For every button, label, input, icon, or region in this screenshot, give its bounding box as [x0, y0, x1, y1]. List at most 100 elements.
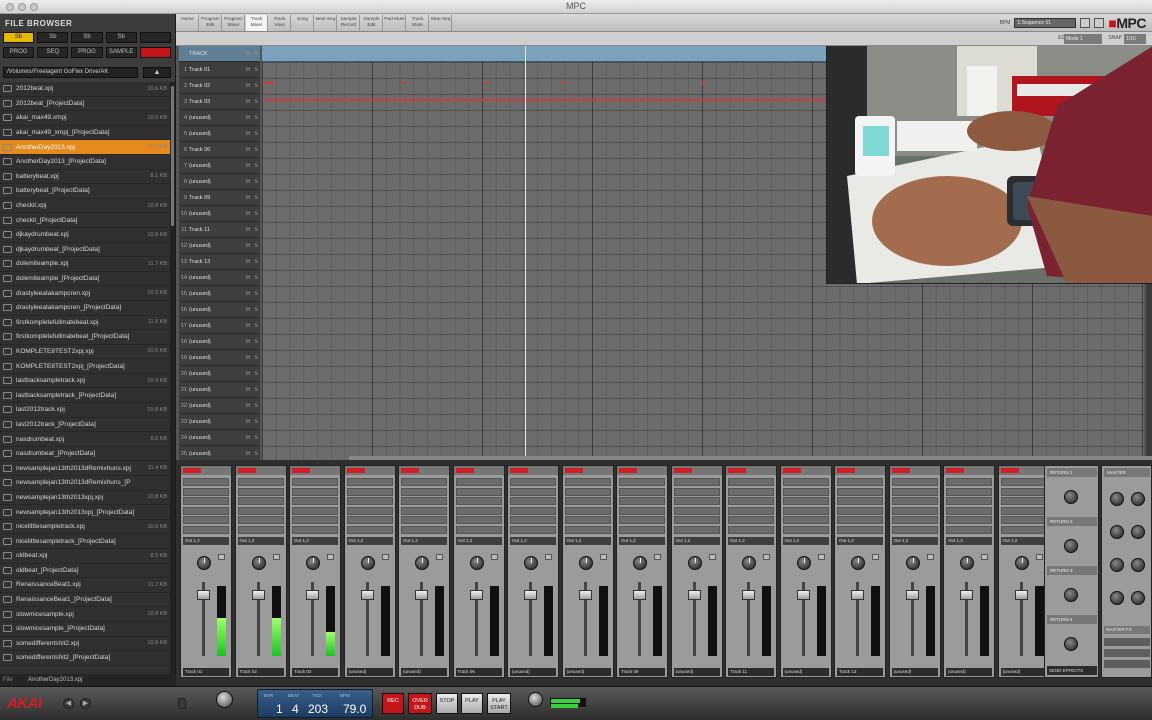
pan-knob[interactable]: [469, 556, 484, 570]
sequence-select[interactable]: 1:Sequence 01: [1014, 18, 1077, 28]
volume-fader[interactable]: [524, 590, 537, 600]
insert-slot[interactable]: [346, 516, 393, 524]
insert-slot[interactable]: [728, 497, 774, 505]
insert-slot[interactable]: [455, 487, 502, 496]
toolbar-button-track-view[interactable]: Track View: [269, 15, 291, 31]
file-list-item[interactable]: somedifferentshit2.xpj 10.8 KB: [0, 637, 170, 652]
drive-button[interactable]: Sb: [71, 32, 103, 43]
drive-button[interactable]: Sb: [37, 32, 69, 43]
insert-slot[interactable]: [673, 487, 720, 496]
track-row[interactable]: 22 (unused) M S: [179, 398, 260, 414]
volume-fader[interactable]: [360, 590, 374, 600]
track-row[interactable]: 17 (unused) M S: [179, 318, 260, 334]
channel-button[interactable]: [490, 554, 498, 560]
insert-slot[interactable]: [891, 497, 938, 505]
channel-button[interactable]: [327, 554, 334, 560]
insert-slot[interactable]: [619, 487, 665, 496]
insert-slot[interactable]: [564, 478, 611, 486]
edit-mode-select[interactable]: Mode 1: [1064, 34, 1102, 44]
insert-slot[interactable]: [346, 506, 393, 515]
track-solo-toggle[interactable]: S: [252, 51, 260, 57]
master-volume-knob[interactable]: [528, 692, 543, 707]
channel-button[interactable]: [926, 554, 934, 560]
master-knob[interactable]: [1110, 558, 1124, 572]
stop-button[interactable]: STOP: [436, 693, 458, 714]
track-solo-toggle[interactable]: S: [252, 99, 260, 105]
insert-slot[interactable]: [673, 506, 720, 515]
channel-name[interactable]: (unused): [673, 668, 720, 676]
file-list-item[interactable]: RenaissanceBeat1.xpj 11.7 KB: [0, 578, 170, 593]
insert-slot[interactable]: [891, 506, 938, 515]
track-mute-toggle[interactable]: M: [244, 163, 252, 169]
output-select[interactable]: Out 1,2: [564, 537, 611, 545]
playhead[interactable]: [525, 46, 526, 460]
drive-button[interactable]: Sb: [3, 32, 35, 43]
insert-slot[interactable]: [946, 516, 992, 524]
channel-name[interactable]: (unused): [891, 668, 938, 676]
insert-slot[interactable]: [837, 506, 883, 515]
insert-slot[interactable]: [891, 525, 938, 534]
insert-slot[interactable]: [455, 525, 502, 534]
file-list-item[interactable]: lastbacksampletrack_[ProjectData]: [0, 388, 170, 404]
toolbar-button-track-mixer[interactable]: Track Mixer: [246, 15, 268, 31]
insert-button[interactable]: [837, 468, 855, 473]
track-mute-toggle[interactable]: M: [244, 307, 252, 313]
insert-slot[interactable]: [346, 487, 393, 496]
volume-fader[interactable]: [687, 590, 701, 600]
master-knob[interactable]: [1110, 591, 1124, 605]
channel-button[interactable]: [381, 554, 389, 560]
note-event[interactable]: [264, 82, 274, 84]
file-list-item[interactable]: nicelittlesampletrack_[ProjectData]: [0, 534, 170, 549]
insert-slot[interactable]: [237, 487, 284, 496]
insert-slot[interactable]: [401, 478, 447, 486]
insert-slot[interactable]: [782, 516, 829, 524]
track-mute-toggle[interactable]: M: [244, 67, 252, 73]
file-list-scroll-thumb[interactable]: [171, 86, 174, 226]
channel-button[interactable]: [817, 554, 825, 560]
insert-slot[interactable]: [237, 506, 284, 515]
toolbar-button-pad-mute[interactable]: Pad Mute: [384, 15, 406, 31]
file-list-item[interactable]: oldbeat.xpj 8.5 KB: [0, 549, 170, 564]
track-row[interactable]: 14 (unused) M S: [179, 270, 260, 286]
track-row[interactable]: 13 Track 13 M S: [179, 254, 260, 270]
insert-slot[interactable]: [837, 487, 883, 496]
file-list-item[interactable]: drastyleeatakampcren.xpj 10.3 KB: [0, 286, 170, 301]
track-mute-toggle[interactable]: M: [244, 403, 252, 409]
output-select[interactable]: Out 1,2: [673, 537, 720, 545]
output-select[interactable]: Out 1,2: [891, 537, 938, 545]
track-solo-toggle[interactable]: S: [252, 307, 260, 313]
toolbar-button-program-mixer[interactable]: Program Mixer: [223, 15, 245, 31]
track-mute-toggle[interactable]: M: [244, 371, 252, 377]
master-fx-slot[interactable]: [1104, 638, 1150, 646]
insert-slot[interactable]: [292, 487, 338, 496]
snap-select[interactable]: 1/16: [1124, 34, 1146, 44]
folder-up-button[interactable]: ▲: [143, 67, 171, 78]
master-knob[interactable]: [1110, 492, 1124, 506]
insert-slot[interactable]: [346, 497, 393, 505]
file-list-item[interactable]: batterybeat_[ProjectData]: [0, 184, 170, 199]
track-row[interactable]: 1 Track 01 M S: [179, 62, 260, 78]
insert-slot[interactable]: [455, 516, 502, 524]
insert-slot[interactable]: [619, 525, 665, 534]
file-list-item[interactable]: nasdrumbeat.xpj 8.6 KB: [0, 432, 170, 447]
insert-slot[interactable]: [564, 525, 611, 534]
track-mute-toggle[interactable]: M: [244, 211, 252, 217]
track-mute-toggle[interactable]: M: [244, 227, 252, 233]
pan-knob[interactable]: [197, 556, 211, 570]
track-row[interactable]: 19 (unused) M S: [179, 350, 260, 366]
channel-button[interactable]: [654, 554, 661, 560]
channel-button[interactable]: [545, 554, 552, 560]
toolbar-button-next-seq[interactable]: Next Seq: [315, 15, 337, 31]
file-list-item[interactable]: djkaydrumbeat.xpj 10.8 KB: [0, 228, 170, 243]
file-list-item[interactable]: last2012track_[ProjectData]: [0, 418, 170, 433]
insert-slot[interactable]: [401, 487, 447, 496]
insert-button[interactable]: [237, 468, 256, 473]
channel-name[interactable]: (unused): [346, 668, 393, 676]
master-knob[interactable]: [1131, 558, 1145, 572]
insert-button[interactable]: [673, 468, 692, 473]
send-effects-label[interactable]: SEND EFFECTS: [1047, 666, 1097, 675]
pan-knob[interactable]: [578, 556, 593, 570]
filter-button[interactable]: SEQ: [37, 47, 69, 58]
track-mute-toggle[interactable]: M: [244, 83, 252, 89]
output-select[interactable]: Out 1,2: [346, 537, 393, 545]
